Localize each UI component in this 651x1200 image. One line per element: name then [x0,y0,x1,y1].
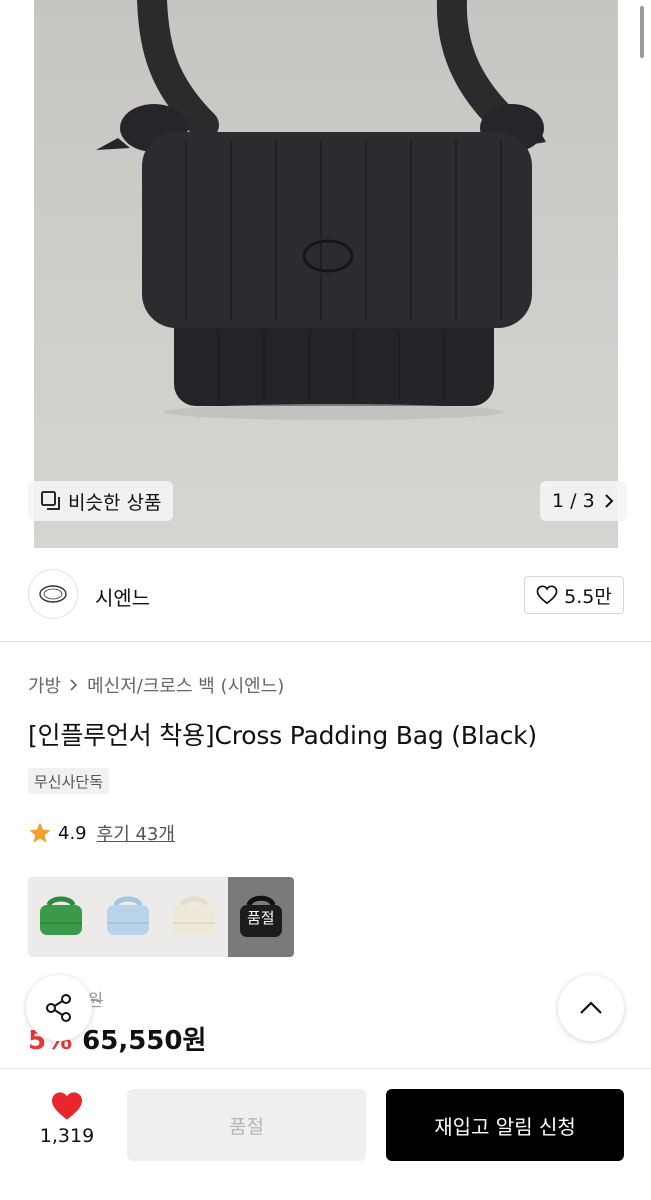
heart-filled-icon [50,1091,84,1121]
swatch-light-blue[interactable] [94,877,161,957]
wishlist-count: 1,319 [39,1125,95,1147]
rating-row: 4.9 후기 43개 [28,820,175,846]
color-swatches: 품절 [28,877,294,957]
similar-products-button[interactable]: 비슷한 상품 [28,481,174,521]
brand-like-button[interactable]: 5.5만 [524,576,624,614]
similar-products-label: 비슷한 상품 [68,491,162,514]
product-title: [인플루언서 착용]Cross Padding Bag (Black) [28,721,537,750]
swatch-green[interactable] [28,877,95,957]
product-image-carousel[interactable]: 비슷한 상품 1 / 3 [0,0,651,548]
chevron-right-icon [69,678,79,692]
star-icon [28,821,52,845]
share-icon [43,992,75,1024]
similar-products-icon [40,490,62,512]
breadcrumb-subcategory[interactable]: 메신저/크로스 백 (시엔느) [87,672,284,698]
bottom-action-bar: 1,319 품절 재입고 알림 신청 [0,1068,651,1200]
swatch-soldout-label: 품절 [246,908,275,927]
brand-name[interactable]: 시엔느 [95,582,150,611]
product-photo[interactable] [34,0,618,548]
scroll-to-top-button[interactable] [558,975,624,1041]
brand-row: 시엔느 5.5만 [0,560,651,642]
brand-logo[interactable] [28,569,78,619]
breadcrumb: 가방 메신저/크로스 백 (시엔느) [28,672,284,698]
reviews-link[interactable]: 후기 43개 [97,820,175,846]
brand-logo-mark [39,585,67,603]
breadcrumb-category[interactable]: 가방 [28,672,61,698]
restock-alert-button[interactable]: 재입고 알림 신청 [386,1089,624,1161]
swatch-cream[interactable] [161,877,228,957]
swatch-black[interactable]: 품절 [227,877,294,957]
chevron-up-icon [578,1000,604,1016]
image-page-indicator[interactable]: 1 / 3 [540,481,627,521]
soldout-button[interactable]: 품절 [127,1089,366,1161]
exclusive-tag: 무신사단독 [28,768,110,794]
share-button[interactable] [26,975,92,1041]
bag-image [96,0,546,420]
swatch-bag-image [106,896,149,935]
heart-outline-icon [536,585,558,605]
brand-like-count: 5.5만 [564,585,612,608]
chevron-right-icon [603,493,615,509]
wishlist-button[interactable]: 1,319 [30,1091,104,1147]
swatch-bag-image [40,896,83,935]
rating-value: 4.9 [58,822,87,844]
sale-price: 65,550원 [82,1026,207,1056]
page-indicator-text: 1 / 3 [552,490,595,512]
scrollbar-thumb[interactable] [640,6,644,58]
swatch-bag-image [173,896,216,935]
